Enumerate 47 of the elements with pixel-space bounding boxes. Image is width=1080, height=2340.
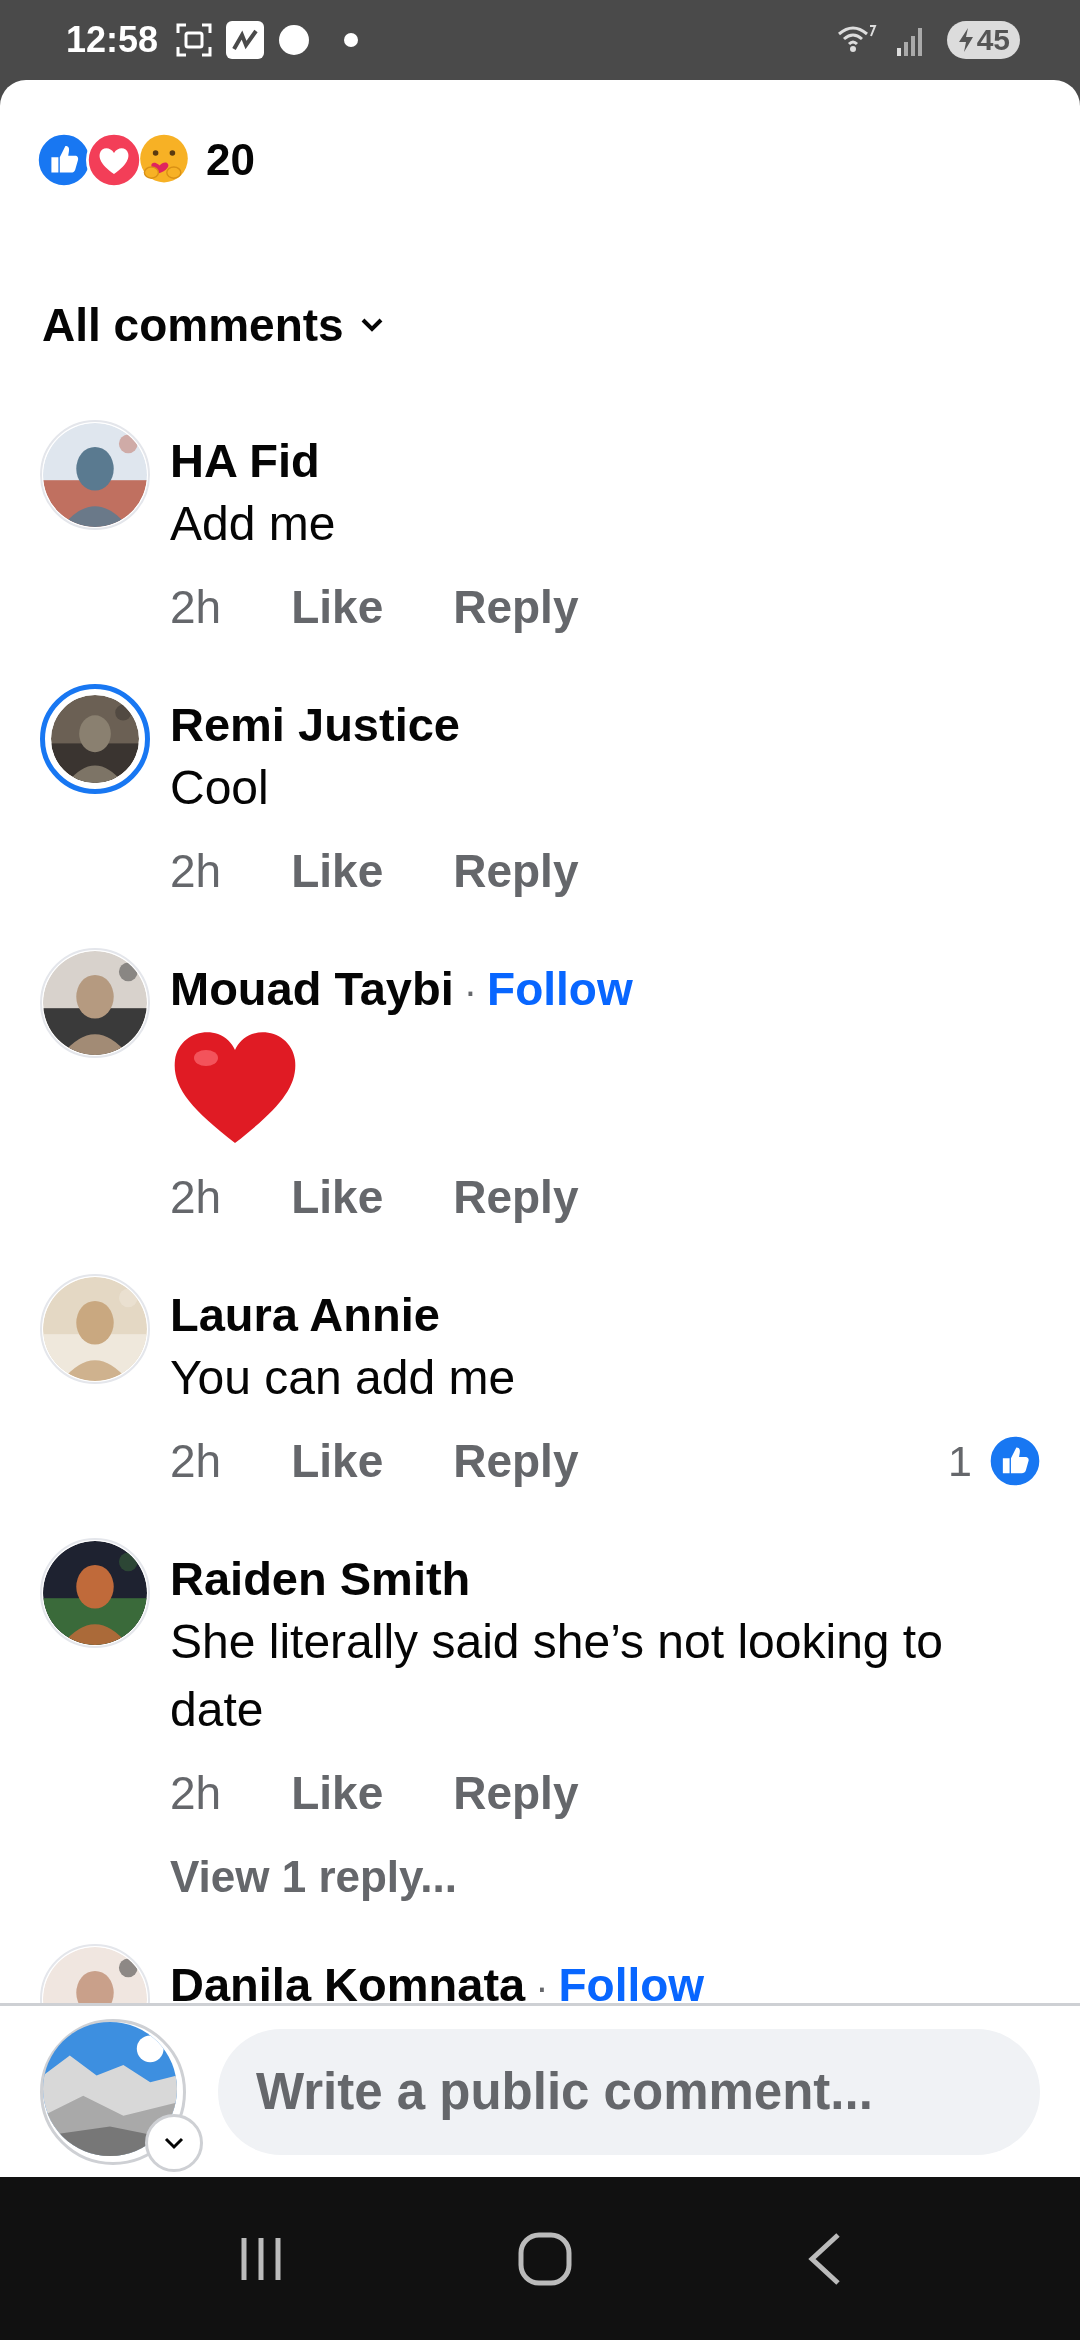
reply-button[interactable]: Reply xyxy=(453,1434,579,1488)
commenter-name[interactable]: HA Fid xyxy=(170,432,320,490)
commenter-name[interactable]: Laura Annie xyxy=(170,1286,440,1344)
like-button[interactable]: Like xyxy=(291,1170,384,1224)
view-replies-link[interactable]: View 1 reply... xyxy=(170,1852,457,1902)
separator-dot: · xyxy=(535,1965,549,2003)
chevron-down-icon xyxy=(163,2135,185,2150)
dot-icon xyxy=(344,33,359,47)
reply-button[interactable]: Reply xyxy=(453,844,579,898)
like-button[interactable]: Like xyxy=(291,1766,384,1820)
dot-icon xyxy=(278,24,311,56)
comment-text: She literally said she’s not looking to date xyxy=(170,1614,944,1738)
comment-text: You can add me xyxy=(170,1350,517,1406)
like-icon xyxy=(988,1434,1042,1488)
chevron-down-icon xyxy=(359,317,384,333)
account-switcher-button[interactable] xyxy=(145,2113,203,2172)
comment-text: Cool xyxy=(170,760,270,816)
like-button[interactable]: Like xyxy=(291,580,384,634)
reaction-count[interactable]: 20 xyxy=(206,135,255,185)
reply-button[interactable]: Reply xyxy=(453,1170,579,1224)
like-count: 1 xyxy=(948,1436,972,1486)
battery-indicator: 45 xyxy=(946,21,1020,59)
app-icon xyxy=(226,21,265,59)
like-button[interactable]: Like xyxy=(291,1434,384,1488)
commenter-name[interactable]: Remi Justice xyxy=(170,696,460,754)
screenshot-icon xyxy=(176,23,213,57)
commenter-name[interactable]: Danila Komnata xyxy=(170,1956,526,2003)
home-icon[interactable] xyxy=(517,2230,573,2287)
comment-filter[interactable]: All comments xyxy=(42,298,344,352)
comment-input[interactable]: Write a public comment... xyxy=(218,2028,1040,2155)
comment-time: 2h xyxy=(170,844,222,898)
comment-time: 2h xyxy=(170,580,222,634)
comment-time: 2h xyxy=(170,1170,222,1224)
comment-time: 2h xyxy=(170,1434,222,1488)
separator-dot: · xyxy=(463,969,478,1014)
comment-text: Add me xyxy=(170,496,337,552)
charging-icon xyxy=(956,27,975,53)
comment-time: 2h xyxy=(170,1766,222,1820)
reply-button[interactable]: Reply xyxy=(453,1766,579,1820)
like-button[interactable]: Like xyxy=(291,844,384,898)
follow-link[interactable]: Follow xyxy=(487,962,633,1016)
status-time: 12:58 xyxy=(66,19,159,61)
commenter-name[interactable]: Raiden Smith xyxy=(170,1550,471,1608)
reply-button[interactable]: Reply xyxy=(453,580,579,634)
follow-link[interactable]: Follow xyxy=(558,1958,705,2003)
love-icon xyxy=(86,132,142,188)
commenter-name[interactable]: Mouad Taybi xyxy=(170,960,454,1018)
